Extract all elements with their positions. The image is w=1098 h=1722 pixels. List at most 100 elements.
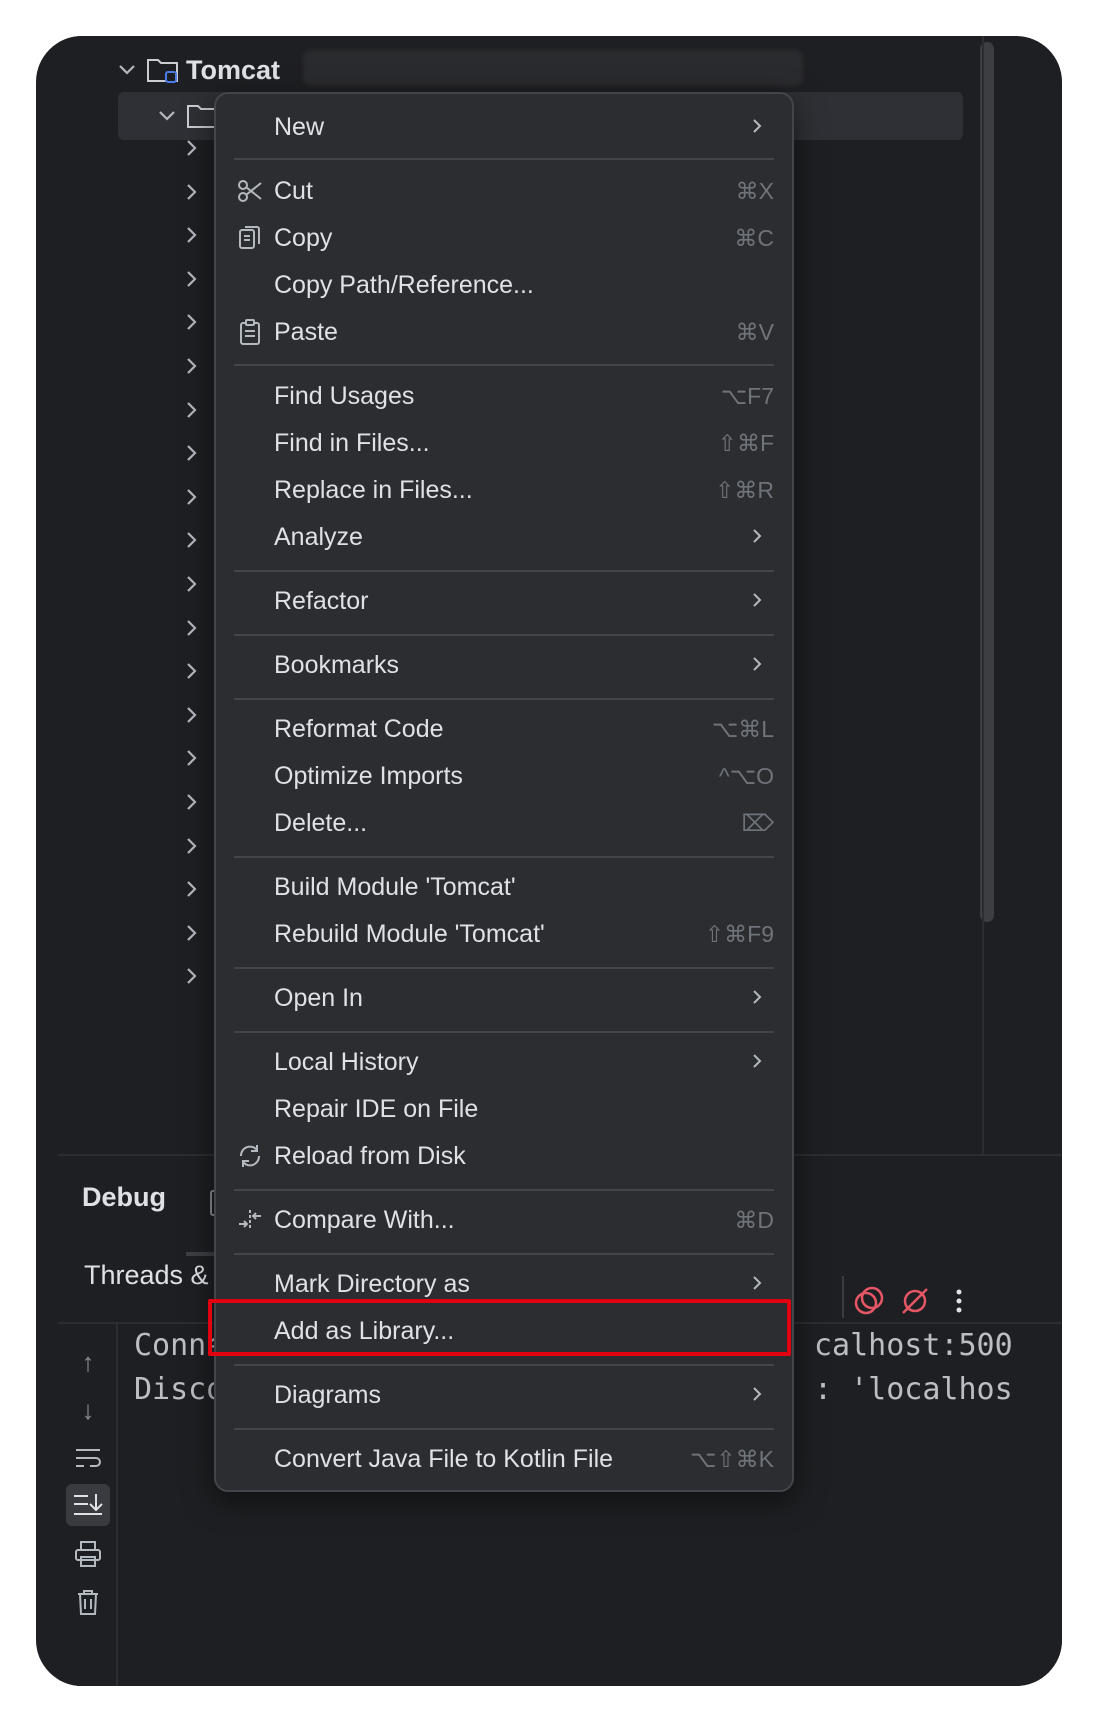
copy-icon bbox=[236, 224, 264, 252]
chevron-right-icon[interactable] bbox=[180, 181, 202, 203]
menu-item-label: Paste bbox=[274, 317, 338, 346]
menu-item-label: Optimize Imports bbox=[274, 761, 463, 790]
console-line-right: : 'localhos bbox=[814, 1372, 1013, 1407]
chevron-right-icon bbox=[753, 593, 762, 607]
shortcut-hint: ⌥⇧⌘K bbox=[689, 1445, 774, 1472]
menu-item-delete[interactable]: Delete... ⌦ bbox=[216, 800, 792, 846]
menu-separator bbox=[234, 634, 774, 636]
chevron-right-icon[interactable] bbox=[180, 965, 202, 987]
menu-item-analyze[interactable]: Analyze bbox=[216, 514, 792, 560]
menu-item-label: Reload from Disk bbox=[274, 1141, 466, 1170]
breakpoints-icon[interactable] bbox=[852, 1284, 886, 1318]
chevron-right-icon[interactable] bbox=[180, 399, 202, 421]
menu-item-find-in-files[interactable]: Find in Files... ⇧⌘F bbox=[216, 420, 792, 466]
chevron-right-icon[interactable] bbox=[180, 529, 202, 551]
console-line-left: Disco bbox=[134, 1372, 225, 1407]
menu-item-label: Delete... bbox=[274, 808, 368, 837]
menu-item-optimize-imports[interactable]: Optimize Imports ^⌥O bbox=[216, 753, 792, 799]
chevron-right-icon[interactable] bbox=[180, 137, 202, 159]
chevron-right-icon[interactable] bbox=[180, 224, 202, 246]
menu-item-reformat-code[interactable]: Reformat Code ⌥⌘L bbox=[216, 706, 792, 752]
chevron-right-icon bbox=[753, 119, 762, 133]
menu-item-repair-ide-on-file[interactable]: Repair IDE on File bbox=[216, 1086, 792, 1132]
menu-item-refactor[interactable]: Refactor bbox=[216, 578, 792, 624]
menu-item-label: Rebuild Module 'Tomcat' bbox=[274, 919, 545, 948]
scroll-to-end-icon[interactable] bbox=[66, 1484, 110, 1526]
menu-separator bbox=[234, 158, 774, 160]
menu-item-label: Build Module 'Tomcat' bbox=[274, 872, 516, 901]
chevron-right-icon bbox=[753, 1387, 762, 1401]
menu-separator bbox=[234, 967, 774, 969]
menu-item-label: Repair IDE on File bbox=[274, 1094, 479, 1123]
shortcut-hint: ⌘D bbox=[734, 1206, 774, 1233]
threads-tab[interactable]: Threads & V bbox=[84, 1260, 234, 1291]
menu-item-diagrams[interactable]: Diagrams bbox=[216, 1372, 792, 1418]
menu-item-replace-in-files[interactable]: Replace in Files... ⇧⌘R bbox=[216, 467, 792, 513]
shortcut-hint: ⌥⌘L bbox=[711, 715, 774, 742]
shortcut-hint: ⌦ bbox=[741, 809, 774, 836]
menu-item-open-in[interactable]: Open In bbox=[216, 975, 792, 1021]
chevron-right-icon bbox=[753, 990, 762, 1004]
menu-item-compare-with[interactable]: Compare With... ⌘D bbox=[216, 1197, 792, 1243]
tree-node-label: Tomcat bbox=[186, 54, 281, 85]
chevron-right-icon[interactable] bbox=[180, 573, 202, 595]
menu-item-label: Mark Directory as bbox=[274, 1269, 470, 1298]
menu-separator bbox=[234, 364, 774, 366]
debug-panel-title: Debug bbox=[82, 1182, 166, 1212]
menu-item-cut[interactable]: Cut ⌘X bbox=[216, 168, 792, 214]
chevron-right-icon[interactable] bbox=[180, 878, 202, 900]
shortcut-hint: ⌥F7 bbox=[720, 382, 774, 409]
chevron-right-icon[interactable] bbox=[180, 617, 202, 639]
chevron-right-icon[interactable] bbox=[180, 922, 202, 944]
menu-item-bookmarks[interactable]: Bookmarks bbox=[216, 642, 792, 688]
chevron-down-icon[interactable] bbox=[116, 59, 138, 81]
menu-item-paste[interactable]: Paste ⌘V bbox=[216, 309, 792, 355]
arrow-down-icon[interactable]: ↓ bbox=[72, 1394, 104, 1426]
menu-item-rebuild-module-tomcat[interactable]: Rebuild Module 'Tomcat' ⇧⌘F9 bbox=[216, 911, 792, 957]
chevron-right-icon[interactable] bbox=[180, 835, 202, 857]
highlight-box bbox=[208, 1299, 791, 1356]
menu-item-convert-java-file-to-kotlin-file[interactable]: Convert Java File to Kotlin File ⌥⇧⌘K bbox=[216, 1436, 792, 1482]
arrow-up-icon[interactable]: ↑ bbox=[72, 1346, 104, 1378]
mute-breakpoints-icon[interactable] bbox=[898, 1284, 932, 1318]
chevron-right-icon[interactable] bbox=[180, 355, 202, 377]
menu-item-label: Find in Files... bbox=[274, 428, 430, 457]
chevron-down-icon[interactable] bbox=[156, 105, 178, 127]
context-menu: New Cut ⌘X Copy ⌘C Copy Path/Reference... Past… bbox=[214, 92, 794, 1492]
soft-wrap-icon[interactable] bbox=[72, 1442, 104, 1474]
menu-item-label: Reformat Code bbox=[274, 714, 444, 743]
chevron-right-icon[interactable] bbox=[180, 791, 202, 813]
print-icon[interactable] bbox=[72, 1538, 104, 1570]
menu-separator bbox=[234, 1189, 774, 1191]
menu-item-label: Bookmarks bbox=[274, 650, 400, 679]
more-options-icon[interactable] bbox=[942, 1284, 976, 1318]
tree-node-tomcat[interactable]: Tomcat bbox=[116, 46, 280, 94]
chevron-right-icon bbox=[753, 1276, 762, 1290]
chevron-right-icon[interactable] bbox=[180, 704, 202, 726]
menu-item-local-history[interactable]: Local History bbox=[216, 1039, 792, 1085]
toolbar-separator bbox=[842, 1276, 844, 1318]
menu-item-label: New bbox=[274, 112, 325, 141]
menu-item-reload-from-disk[interactable]: Reload from Disk bbox=[216, 1133, 792, 1179]
menu-item-label: Analyze bbox=[274, 522, 363, 551]
chevron-right-icon[interactable] bbox=[180, 660, 202, 682]
menu-separator bbox=[234, 856, 774, 858]
menu-item-copy-path-reference[interactable]: Copy Path/Reference... bbox=[216, 262, 792, 308]
menu-item-copy[interactable]: Copy ⌘C bbox=[216, 215, 792, 261]
menu-separator bbox=[234, 1364, 774, 1366]
menu-item-label: Open In bbox=[274, 983, 363, 1012]
chevron-right-icon[interactable] bbox=[180, 747, 202, 769]
menu-separator bbox=[234, 1253, 774, 1255]
chevron-right-icon[interactable] bbox=[180, 486, 202, 508]
menu-item-new[interactable]: New bbox=[216, 104, 792, 150]
menu-item-find-usages[interactable]: Find Usages ⌥F7 bbox=[216, 373, 792, 419]
module-folder-icon bbox=[147, 59, 178, 83]
trash-icon[interactable] bbox=[72, 1586, 104, 1618]
compare-icon bbox=[236, 1206, 264, 1234]
chevron-right-icon[interactable] bbox=[180, 311, 202, 333]
chevron-right-icon[interactable] bbox=[180, 442, 202, 464]
menu-separator bbox=[234, 1031, 774, 1033]
chevron-right-icon[interactable] bbox=[180, 268, 202, 290]
menu-item-build-module-tomcat[interactable]: Build Module 'Tomcat' bbox=[216, 864, 792, 910]
menu-separator bbox=[234, 570, 774, 572]
